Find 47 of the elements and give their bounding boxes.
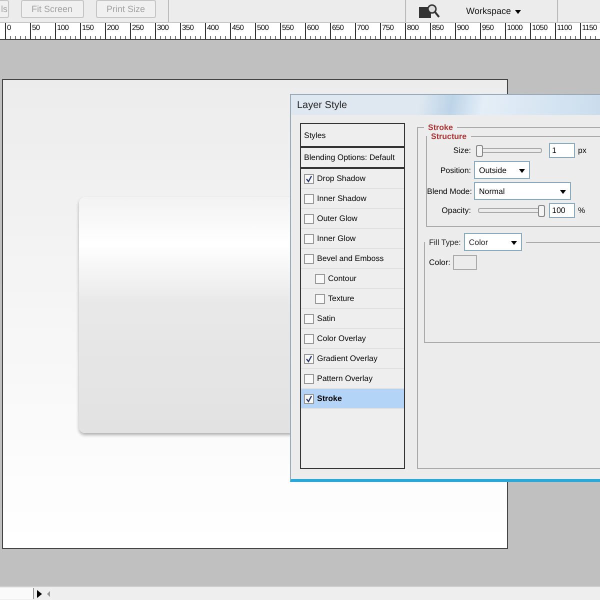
field-label: Position: bbox=[439, 166, 471, 174]
dropdown[interactable]: Outside bbox=[474, 161, 530, 179]
slider-thumb[interactable] bbox=[538, 205, 545, 217]
layer-style-item[interactable]: Stroke bbox=[301, 389, 404, 409]
checkbox[interactable] bbox=[304, 254, 314, 264]
layer-style-item[interactable]: Texture bbox=[301, 289, 404, 309]
input-field[interactable]: 100 bbox=[549, 203, 575, 218]
field-label: Color: bbox=[429, 258, 450, 267]
layer-style-item[interactable]: Contour bbox=[301, 269, 404, 289]
field-label: Size: bbox=[452, 146, 471, 155]
unit-label: px bbox=[578, 146, 586, 155]
group-title: Structure bbox=[430, 132, 468, 141]
dropdown[interactable]: Color bbox=[464, 233, 522, 251]
panel-title: Stroke bbox=[427, 123, 454, 132]
checkbox[interactable] bbox=[304, 394, 314, 404]
workspace-menu[interactable]: Workspace bbox=[456, 2, 531, 20]
checkbox[interactable] bbox=[304, 314, 314, 324]
checkbox[interactable] bbox=[304, 234, 314, 244]
color-swatch[interactable] bbox=[453, 255, 478, 270]
checkbox[interactable] bbox=[315, 274, 325, 284]
field-label: Opacity: bbox=[440, 206, 471, 215]
layer-style-item[interactable]: Color Overlay bbox=[301, 329, 404, 349]
list-header[interactable]: Styles bbox=[301, 124, 404, 148]
field-label: Blend Mode: bbox=[427, 186, 471, 196]
zoom-field[interactable] bbox=[0, 588, 34, 599]
layer-style-item[interactable]: Bevel and Emboss bbox=[301, 249, 404, 269]
unit-label: % bbox=[578, 206, 586, 215]
checkbox[interactable] bbox=[304, 334, 314, 344]
field-label: Fill Type: bbox=[429, 238, 461, 246]
checkbox[interactable] bbox=[304, 354, 314, 364]
checkbox[interactable] bbox=[304, 174, 314, 184]
layer-style-item[interactable]: Inner Glow bbox=[301, 229, 404, 249]
layer-style-item[interactable]: Outer Glow bbox=[301, 209, 404, 229]
layer-style-item[interactable]: Inner Shadow bbox=[301, 189, 404, 209]
layer-style-item[interactable]: Drop Shadow bbox=[301, 169, 404, 189]
dialog-title: Layer Style bbox=[297, 100, 348, 110]
checkbox[interactable] bbox=[304, 194, 314, 204]
layer-style-item[interactable]: Satin bbox=[301, 309, 404, 329]
checkbox[interactable] bbox=[304, 214, 314, 224]
layer-style-item[interactable]: Gradient Overlay bbox=[301, 349, 404, 369]
checkbox[interactable] bbox=[304, 374, 314, 384]
input-field[interactable]: 1 bbox=[549, 143, 575, 158]
slider-thumb[interactable] bbox=[476, 145, 483, 157]
dropdown[interactable]: Normal bbox=[474, 182, 571, 200]
bridge-icon[interactable] bbox=[418, 3, 440, 19]
list-header[interactable]: Blending Options: Default bbox=[301, 148, 404, 169]
checkbox[interactable] bbox=[315, 294, 325, 304]
